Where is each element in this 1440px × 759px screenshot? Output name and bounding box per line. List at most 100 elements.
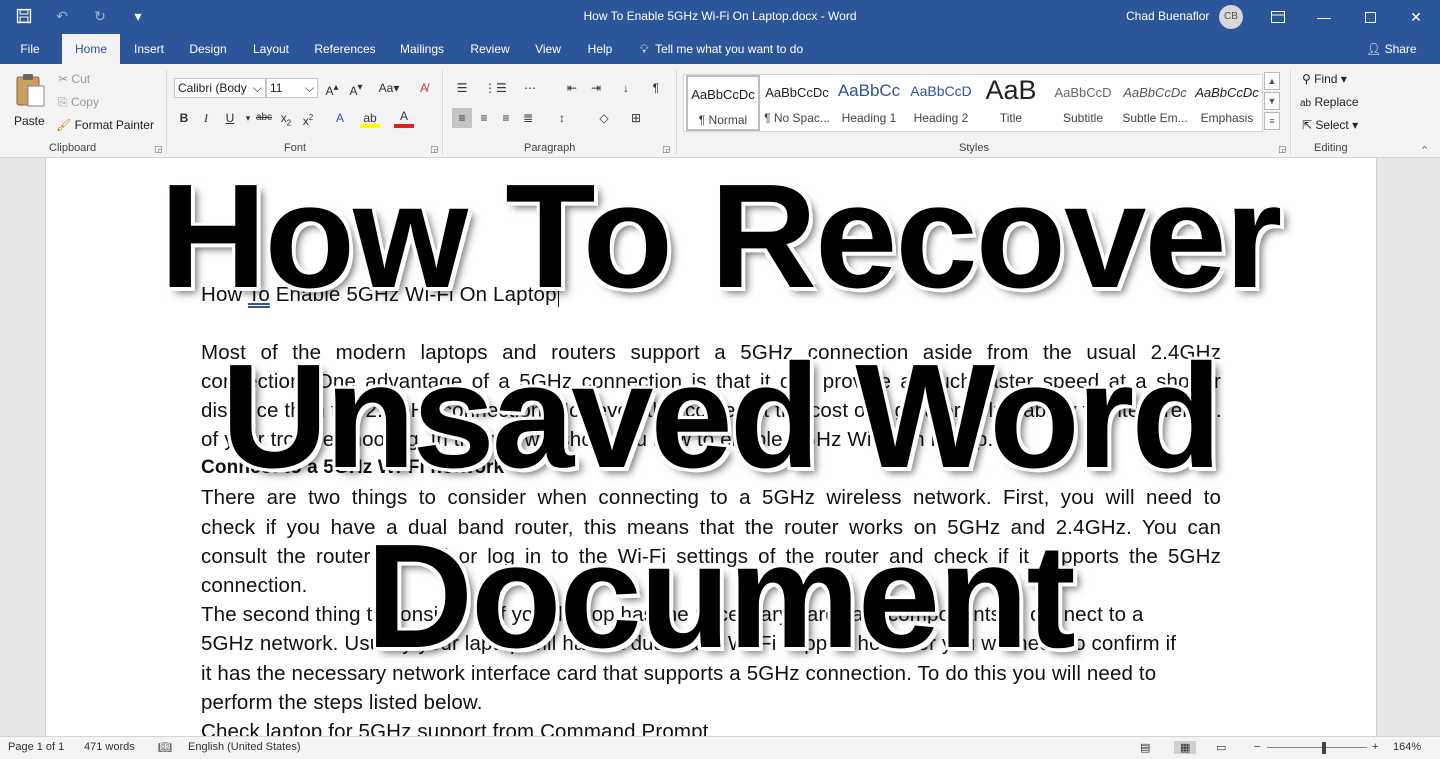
style-heading-1[interactable]: AaBbCc Heading 1 <box>832 75 906 131</box>
tab-design[interactable]: Design <box>182 34 234 64</box>
paintbrush-icon: 🖌︎ <box>56 118 72 132</box>
shrink-font-icon[interactable]: A▾ <box>346 78 366 98</box>
share-button[interactable]: 👤︎ Share <box>1366 34 1417 64</box>
decrease-indent-icon[interactable]: ⇤ <box>562 78 582 98</box>
ribbon-display-options-icon[interactable] <box>1255 0 1301 34</box>
style-emphasis[interactable]: AaBbCcDc Emphasis <box>1190 75 1264 131</box>
copy-icon: ⎘ <box>58 95 68 109</box>
paste-button[interactable]: Paste <box>10 72 50 132</box>
chevron-down-icon[interactable]: ▼ <box>1264 92 1280 110</box>
font-size-value: 11 <box>270 81 283 95</box>
tab-review[interactable]: Review <box>464 34 516 64</box>
zoom-in-icon[interactable]: + <box>1372 741 1378 753</box>
tab-view[interactable]: View <box>526 34 570 64</box>
highlight-color-icon[interactable]: ab <box>360 108 380 128</box>
show-formatting-marks-icon[interactable]: ¶ <box>646 78 666 98</box>
copy-label: Copy <box>70 95 99 109</box>
tab-layout[interactable]: Layout <box>244 34 298 64</box>
change-case-icon[interactable]: Aa▾ <box>374 78 404 98</box>
multilevel-list-icon[interactable]: ⋯ <box>520 78 540 98</box>
format-painter-button[interactable]: 🖌︎ Format Painter <box>56 118 154 132</box>
page-count[interactable]: Page 1 of 1 <box>8 741 64 753</box>
justify-icon[interactable]: ≣ <box>518 108 538 128</box>
user-name[interactable]: Chad Buenaflor <box>1126 9 1209 23</box>
read-mode-icon[interactable]: ▤ <box>1140 741 1150 754</box>
zoom-out-icon[interactable]: − <box>1254 741 1260 753</box>
copy-button[interactable]: ⎘ Copy <box>58 95 99 110</box>
proofing-icon[interactable]: 📖︎ <box>158 741 172 754</box>
chevron-up-icon[interactable]: ▲ <box>1264 72 1280 90</box>
style-title[interactable]: AaB Title <box>974 75 1048 131</box>
find-button[interactable]: ⚲ Find ▾ <box>1302 72 1347 86</box>
style-name: Subtle Em... <box>1122 111 1188 125</box>
style-name: ¶ No Spac... <box>764 111 830 125</box>
maximize-icon[interactable] <box>1347 0 1393 34</box>
tab-references[interactable]: References <box>308 34 382 64</box>
align-left-icon[interactable]: ≡ <box>452 108 472 128</box>
tab-insert[interactable]: Insert <box>126 34 172 64</box>
ribbon-tabs: File Home Insert Design Layout Reference… <box>0 34 1440 64</box>
word-count[interactable]: 471 words <box>84 741 135 753</box>
replace-button[interactable]: ab Replace <box>1300 95 1359 109</box>
separator <box>1290 70 1291 154</box>
shading-icon[interactable]: ◇ <box>594 108 614 128</box>
align-right-icon[interactable]: ≡ <box>496 108 516 128</box>
tab-help[interactable]: Help <box>580 34 620 64</box>
overlay-text: Unsaved Word <box>219 332 1223 501</box>
avatar[interactable]: CB <box>1219 5 1243 29</box>
style-no-spacing[interactable]: AaBbCcDc ¶ No Spac... <box>760 75 834 131</box>
lightbulb-icon: 💡︎ <box>640 42 649 56</box>
paste-label: Paste <box>14 114 45 128</box>
close-icon[interactable]: ✕ <box>1393 0 1439 34</box>
borders-icon[interactable]: ⊞ <box>626 108 646 128</box>
style-heading-2[interactable]: AaBbCcD Heading 2 <box>904 75 978 131</box>
clear-formatting-icon[interactable]: A̸ <box>414 78 434 98</box>
style-name: ¶ Normal <box>698 113 748 127</box>
increase-indent-icon[interactable]: ⇥ <box>586 78 606 98</box>
style-sample: AaBbCcDc <box>691 87 755 102</box>
bold-icon[interactable]: B <box>174 108 194 128</box>
gallery-more-icon[interactable]: ≡ <box>1264 112 1280 130</box>
minimize-icon[interactable]: — <box>1301 0 1347 34</box>
underline-icon[interactable]: U <box>220 108 240 128</box>
align-center-icon[interactable]: ≡ <box>474 108 494 128</box>
line-spacing-icon[interactable]: ↕ <box>552 108 572 128</box>
numbering-icon[interactable]: ⋮☰ <box>484 78 507 98</box>
italic-icon[interactable]: I <box>196 108 216 128</box>
language[interactable]: English (United States) <box>188 741 301 753</box>
print-layout-icon[interactable]: ▦ <box>1174 741 1197 754</box>
sort-icon[interactable]: ↓ <box>616 78 636 98</box>
chevron-down-icon: ⌵ <box>304 81 314 95</box>
select-button[interactable]: ⇱ Select ▾ <box>1302 118 1358 132</box>
format-painter-label: Format Painter <box>74 118 154 132</box>
style-sample: AaBbCcDc <box>765 85 829 100</box>
subscript-icon[interactable]: x2 <box>276 108 296 128</box>
style-subtitle[interactable]: AaBbCcD Subtitle <box>1046 75 1120 131</box>
style-sample: AaBbCcDc <box>1123 85 1187 100</box>
bullets-icon[interactable]: ☰ <box>452 78 472 98</box>
font-color-icon[interactable]: A <box>394 108 414 128</box>
font-name-value: Calibri (Body <box>178 81 247 95</box>
paragraph-line[interactable]: Check laptop for 5GHz support from Comma… <box>201 720 1221 736</box>
style-subtle-emphasis[interactable]: AaBbCcDc Subtle Em... <box>1118 75 1192 131</box>
text-effects-icon[interactable]: A <box>330 108 350 128</box>
style-sample: AaB <box>985 75 1037 105</box>
tab-home[interactable]: Home <box>62 34 120 64</box>
font-size-combo[interactable]: 11 ⌵ <box>266 78 318 98</box>
tell-me-search[interactable]: 💡︎ Tell me what you want to do <box>640 34 803 64</box>
grow-font-icon[interactable]: A▴ <box>322 78 342 98</box>
paragraph-line[interactable]: perform the steps listed below. <box>201 691 1221 715</box>
tab-file[interactable]: File <box>10 34 50 64</box>
scissors-icon: ✂︎ <box>58 72 69 86</box>
cut-button[interactable]: ✂︎ Cut <box>58 72 90 86</box>
zoom-level[interactable]: 164% <box>1393 741 1421 753</box>
font-name-combo[interactable]: Calibri (Body ⌵ <box>174 78 266 98</box>
style-normal[interactable]: AaBbCcDc ¶ Normal <box>686 75 760 131</box>
strikethrough-icon[interactable]: abc <box>254 108 274 128</box>
overlay-headline-line-1: How To Recover <box>0 152 1440 322</box>
zoom-slider[interactable] <box>1267 747 1367 748</box>
tab-mailings[interactable]: Mailings <box>392 34 452 64</box>
superscript-icon[interactable]: x2 <box>298 108 318 128</box>
zoom-slider-thumb[interactable] <box>1322 742 1326 754</box>
web-layout-icon[interactable]: ▭ <box>1216 741 1226 754</box>
